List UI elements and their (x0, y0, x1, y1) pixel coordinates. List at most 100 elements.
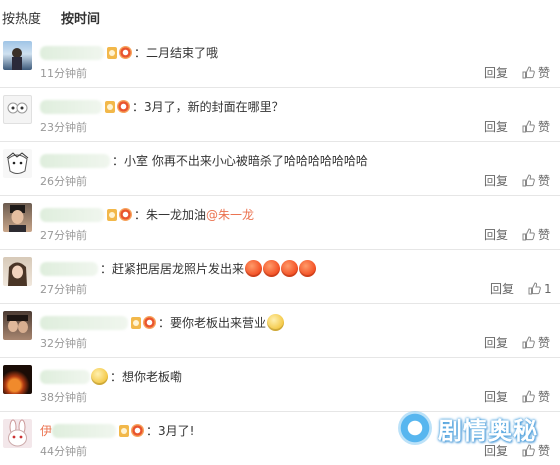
avatar[interactable] (3, 311, 32, 340)
comment-time: 44分钟前 (40, 445, 87, 458)
like-button[interactable]: 赞 (522, 64, 550, 81)
like-label: 赞 (538, 66, 551, 80)
sort-bar: 按热度 按时间 (0, 0, 560, 34)
comment-item: ：要你老板出来营业 32分钟前 回复 赞 (0, 303, 560, 357)
mention-link[interactable]: @朱一龙 (206, 206, 254, 223)
reply-button[interactable]: 回复 (484, 64, 508, 81)
watermark-text: 剧情奥秘 (438, 416, 538, 445)
comment-content: ：想你老板嘞 (40, 368, 182, 385)
comment-content: ：3月了，新的封面在哪里？ (40, 98, 284, 115)
comment-actions: 回复 赞 (484, 334, 550, 351)
sort-by-hot-tab[interactable]: 按热度 (2, 8, 41, 27)
like-label: 赞 (538, 120, 551, 134)
username[interactable] (40, 369, 90, 384)
like-button[interactable]: 赞 (522, 226, 550, 243)
reply-button[interactable]: 回复 (484, 334, 508, 351)
username[interactable] (40, 261, 98, 276)
avatar[interactable] (3, 149, 32, 178)
comment-actions: 回复 赞 (484, 118, 550, 135)
like-label: 赞 (538, 174, 551, 188)
comment-content: ：二月结束了哦 (40, 44, 218, 61)
comment-text: ：3月了! (146, 424, 195, 438)
comment-item: ：赶紧把居居龙照片发出来 27分钟前 回复 1 (0, 249, 560, 303)
angry-emoji-icon (299, 260, 317, 277)
comment-item: ：朱一龙加油 @朱一龙 27分钟前 回复 赞 (0, 195, 560, 249)
like-button[interactable]: 赞 (522, 118, 550, 135)
comment-time: 32分钟前 (40, 337, 87, 350)
medal-icon (143, 316, 156, 329)
avatar[interactable] (3, 203, 32, 232)
vip-icon (107, 208, 117, 221)
medal-icon (119, 46, 132, 59)
angry-emoji-icon (263, 260, 281, 277)
avatar[interactable] (3, 419, 32, 448)
reply-button[interactable]: 回复 (484, 226, 508, 243)
comment-time: 27分钟前 (40, 283, 87, 296)
comment-text: ：3月了，新的封面在哪里？ (132, 100, 284, 114)
username[interactable] (40, 99, 102, 114)
avatar-image (7, 315, 28, 333)
comment-actions: 回复 1 (490, 280, 552, 297)
sort-by-time-tab[interactable]: 按时间 (61, 8, 100, 27)
sunglasses-emoji-icon (267, 314, 285, 331)
avatar[interactable] (3, 95, 32, 124)
comment-item: ：想你老板嘞 38分钟前 回复 赞 (0, 357, 560, 411)
vip-icon (105, 100, 115, 113)
reply-button[interactable]: 回复 (484, 388, 508, 405)
avatar[interactable] (3, 365, 32, 394)
thumbs-up-icon (522, 228, 535, 241)
avatar-image (6, 152, 29, 174)
username-prefix[interactable]: 伊 (40, 422, 52, 439)
comment-time: 38分钟前 (40, 391, 87, 404)
thumbs-up-icon (522, 336, 535, 349)
comment-item: ：小室 你再不出来小心被暗杀了哈哈哈哈哈哈哈 26分钟前 回复 赞 (0, 141, 560, 195)
reply-button[interactable]: 回复 (484, 172, 508, 189)
comment-time: 23分钟前 (40, 121, 87, 134)
avatar[interactable] (3, 257, 32, 286)
comment-item: ：二月结束了哦 11分钟前 回复 赞 (0, 34, 560, 87)
vip-icon (107, 46, 117, 59)
medal-icon (131, 424, 145, 437)
comment-actions: 回复 赞 (484, 388, 550, 405)
comment-list: ：二月结束了哦 11分钟前 回复 赞 ：3月了，新的封面在哪里？ 23分钟前 回… (0, 34, 560, 465)
like-button[interactable]: 赞 (522, 172, 550, 189)
reply-button[interactable]: 回复 (490, 280, 514, 297)
comment-text: ：赶紧把居居龙照片发出来 (100, 262, 245, 276)
username[interactable] (40, 315, 128, 330)
comment-time: 11分钟前 (40, 67, 87, 80)
comment-item: ：3月了，新的封面在哪里？ 23分钟前 回复 赞 (0, 87, 560, 141)
thumbs-up-icon (522, 390, 535, 403)
comment-time: 26分钟前 (40, 175, 87, 188)
avatar[interactable] (3, 41, 32, 70)
like-button[interactable]: 赞 (522, 388, 550, 405)
avatar-image (8, 419, 27, 447)
thumbs-up-icon (522, 66, 535, 79)
reply-button[interactable]: 回复 (484, 118, 508, 135)
like-label: 赞 (538, 336, 551, 350)
comment-content: ：朱一龙加油 @朱一龙 (40, 206, 254, 223)
like-label: 赞 (538, 228, 551, 242)
avatar-image (7, 102, 28, 114)
medal-icon (117, 100, 130, 113)
comment-text: ：小室 你再不出来小心被暗杀了哈哈哈哈哈哈哈 (112, 154, 368, 168)
smile-emoji-icon (91, 368, 108, 385)
username[interactable] (40, 207, 104, 222)
watermark-logo-icon (398, 411, 432, 445)
comment-text: ：要你老板出来营业 (158, 316, 267, 330)
thumbs-up-icon (528, 282, 541, 295)
username[interactable] (52, 423, 117, 438)
avatar-image (8, 262, 27, 286)
comment-time: 27分钟前 (40, 229, 87, 242)
like-count: 1 (544, 281, 552, 296)
username[interactable] (40, 153, 110, 168)
username[interactable] (40, 45, 104, 60)
comment-content: ：要你老板出来营业 (40, 314, 285, 331)
like-button[interactable]: 赞 (522, 334, 550, 351)
thumbs-up-icon (522, 174, 535, 187)
watermark: 剧情奥秘 (398, 406, 554, 450)
thumbs-up-icon (522, 120, 535, 133)
comment-content: ：赶紧把居居龙照片发出来 (40, 260, 317, 277)
angry-emoji-icon (245, 260, 263, 277)
like-button[interactable]: 1 (528, 282, 552, 296)
comment-actions: 回复 赞 (484, 226, 550, 243)
